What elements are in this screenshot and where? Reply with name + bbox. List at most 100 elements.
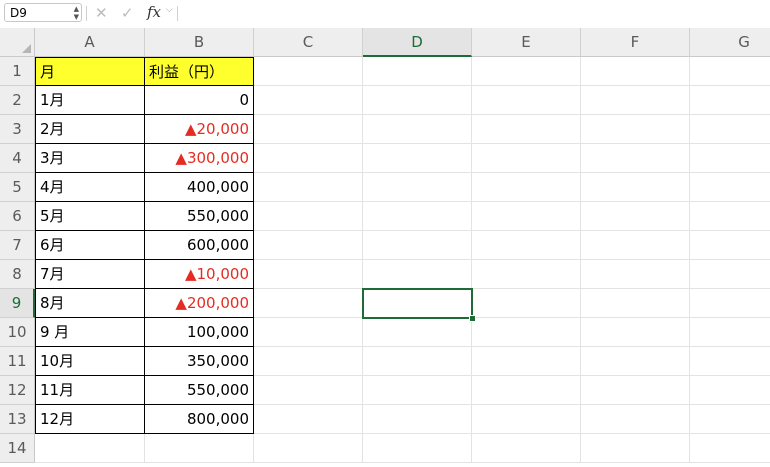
cell-f10[interactable]: [581, 318, 690, 347]
row-header-9[interactable]: 9: [0, 289, 35, 318]
cell-e13[interactable]: [472, 405, 581, 434]
cell-b8-profit[interactable]: ▲10,000: [145, 260, 254, 289]
cell-f12[interactable]: [581, 376, 690, 405]
cell-g6[interactable]: [690, 202, 770, 231]
cell-b10-profit[interactable]: 100,000: [145, 318, 254, 347]
row-header-14[interactable]: 14: [0, 434, 35, 463]
cell-e3[interactable]: [472, 115, 581, 144]
cell-a6-month[interactable]: 5月: [35, 202, 145, 231]
close-icon[interactable]: ✕: [95, 4, 108, 22]
cell-c10[interactable]: [254, 318, 363, 347]
column-header-g[interactable]: G: [690, 28, 770, 57]
cell-a2-month[interactable]: 1月: [35, 86, 145, 115]
cell-b7-profit[interactable]: 600,000: [145, 231, 254, 260]
cell-f2[interactable]: [581, 86, 690, 115]
cell-f9[interactable]: [581, 289, 690, 318]
cell-e9[interactable]: [472, 289, 581, 318]
cell-e6[interactable]: [472, 202, 581, 231]
select-all-button[interactable]: [0, 28, 35, 57]
cell-c14[interactable]: [254, 434, 363, 463]
name-box-stepper-icon[interactable]: ▲ ▼: [74, 5, 79, 21]
cell-c8[interactable]: [254, 260, 363, 289]
fill-handle[interactable]: [469, 315, 476, 322]
chevron-down-icon[interactable]: ⌵: [166, 5, 173, 15]
cell-b11-profit[interactable]: 350,000: [145, 347, 254, 376]
cell-f14[interactable]: [581, 434, 690, 463]
column-header-f[interactable]: F: [581, 28, 690, 57]
cell-f4[interactable]: [581, 144, 690, 173]
cell-b2-profit[interactable]: 0: [145, 86, 254, 115]
row-header-2[interactable]: 2: [0, 86, 35, 115]
cell-c7[interactable]: [254, 231, 363, 260]
cell-d7[interactable]: [363, 231, 472, 260]
cell-d14[interactable]: [363, 434, 472, 463]
cell-g9[interactable]: [690, 289, 770, 318]
cell-c11[interactable]: [254, 347, 363, 376]
cell-f11[interactable]: [581, 347, 690, 376]
cell-g4[interactable]: [690, 144, 770, 173]
cell-d11[interactable]: [363, 347, 472, 376]
cell-g10[interactable]: [690, 318, 770, 347]
row-header-7[interactable]: 7: [0, 231, 35, 260]
cell-a1-header[interactable]: 月: [35, 57, 145, 86]
cell-f1[interactable]: [581, 57, 690, 86]
active-cell-outline[interactable]: [362, 288, 473, 319]
cell-a9-month[interactable]: 8月: [35, 289, 145, 318]
cell-b12-profit[interactable]: 550,000: [145, 376, 254, 405]
row-header-12[interactable]: 12: [0, 376, 35, 405]
cell-c9[interactable]: [254, 289, 363, 318]
cell-e10[interactable]: [472, 318, 581, 347]
cell-d3[interactable]: [363, 115, 472, 144]
cell-d6[interactable]: [363, 202, 472, 231]
cell-f13[interactable]: [581, 405, 690, 434]
cell-a4-month[interactable]: 3月: [35, 144, 145, 173]
cell-d2[interactable]: [363, 86, 472, 115]
cell-g7[interactable]: [690, 231, 770, 260]
cell-f3[interactable]: [581, 115, 690, 144]
cell-g11[interactable]: [690, 347, 770, 376]
row-header-13[interactable]: 13: [0, 405, 35, 434]
cell-g13[interactable]: [690, 405, 770, 434]
formula-input[interactable]: [180, 3, 770, 23]
column-header-b[interactable]: B: [145, 28, 254, 57]
cell-e5[interactable]: [472, 173, 581, 202]
row-header-8[interactable]: 8: [0, 260, 35, 289]
cell-c4[interactable]: [254, 144, 363, 173]
cell-a13-month[interactable]: 12月: [35, 405, 145, 434]
cell-g2[interactable]: [690, 86, 770, 115]
cell-e12[interactable]: [472, 376, 581, 405]
cell-c13[interactable]: [254, 405, 363, 434]
cell-b14[interactable]: [145, 434, 254, 463]
cell-e7[interactable]: [472, 231, 581, 260]
cell-g14[interactable]: [690, 434, 770, 463]
cell-d4[interactable]: [363, 144, 472, 173]
cell-g3[interactable]: [690, 115, 770, 144]
cell-b1-header[interactable]: 利益（円）: [145, 57, 254, 86]
cell-a12-month[interactable]: 11月: [35, 376, 145, 405]
cell-d12[interactable]: [363, 376, 472, 405]
row-header-1[interactable]: 1: [0, 57, 35, 86]
cell-f5[interactable]: [581, 173, 690, 202]
row-header-5[interactable]: 5: [0, 173, 35, 202]
cell-g12[interactable]: [690, 376, 770, 405]
cell-a10-month[interactable]: 9 月: [35, 318, 145, 347]
cell-g8[interactable]: [690, 260, 770, 289]
check-icon[interactable]: ✓: [121, 4, 134, 22]
cell-d13[interactable]: [363, 405, 472, 434]
cell-c1[interactable]: [254, 57, 363, 86]
row-header-10[interactable]: 10: [0, 318, 35, 347]
cell-e14[interactable]: [472, 434, 581, 463]
column-header-a[interactable]: A: [35, 28, 145, 57]
cell-a14[interactable]: [35, 434, 145, 463]
cell-c3[interactable]: [254, 115, 363, 144]
cell-b4-profit[interactable]: ▲300,000: [145, 144, 254, 173]
cell-e1[interactable]: [472, 57, 581, 86]
fx-icon[interactable]: fx: [147, 3, 161, 21]
cell-c12[interactable]: [254, 376, 363, 405]
cell-b9-profit[interactable]: ▲200,000: [145, 289, 254, 318]
row-header-11[interactable]: 11: [0, 347, 35, 376]
column-header-d[interactable]: D: [363, 28, 472, 57]
cell-g5[interactable]: [690, 173, 770, 202]
cell-b5-profit[interactable]: 400,000: [145, 173, 254, 202]
cell-a3-month[interactable]: 2月: [35, 115, 145, 144]
